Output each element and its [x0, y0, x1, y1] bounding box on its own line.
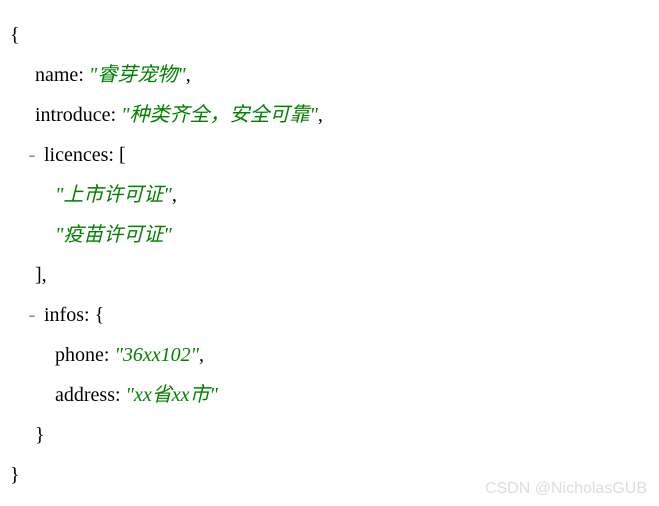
- brace-open: {: [95, 304, 105, 326]
- json-line-address: address: "xx省xx市": [10, 375, 649, 415]
- collapse-toggle-icon[interactable]: -: [25, 135, 39, 175]
- json-line-licences-open: - licences: [: [10, 135, 649, 175]
- json-line-introduce: introduce: "种类齐全，安全可靠",: [10, 95, 649, 135]
- key-licences: licences: [44, 144, 108, 166]
- key-address: address: [55, 384, 115, 406]
- json-line-licence-1: "疫苗许可证": [10, 215, 649, 255]
- json-line-infos-open: - infos: {: [10, 295, 649, 335]
- json-line-licence-0: "上市许可证",: [10, 175, 649, 215]
- value-licence-1: "疫苗许可证": [55, 224, 172, 246]
- key-introduce: introduce: [35, 104, 111, 126]
- key-phone: phone: [55, 344, 104, 366]
- json-line-phone: phone: "36xx102",: [10, 335, 649, 375]
- json-line-infos-close: }: [10, 415, 649, 455]
- brace-close: }: [35, 424, 45, 446]
- json-line-open: {: [10, 15, 649, 55]
- json-line-licences-close: ],: [10, 255, 649, 295]
- brace-close: }: [10, 464, 20, 486]
- json-line-name: name: "睿芽宠物",: [10, 55, 649, 95]
- collapse-toggle-icon[interactable]: -: [25, 295, 39, 335]
- value-address: "xx省xx市": [126, 384, 218, 406]
- bracket-open: [: [119, 144, 126, 166]
- value-name: "睿芽宠物": [89, 64, 186, 86]
- value-phone: "36xx102": [114, 344, 199, 366]
- key-name: name: [35, 64, 78, 86]
- key-infos: infos: [44, 304, 84, 326]
- watermark: CSDN @NicholasGUB: [485, 480, 647, 498]
- brace-open: {: [10, 24, 20, 46]
- bracket-close: ]: [35, 264, 42, 286]
- value-introduce: "种类齐全，安全可靠": [121, 104, 318, 126]
- value-licence-0: "上市许可证": [55, 184, 172, 206]
